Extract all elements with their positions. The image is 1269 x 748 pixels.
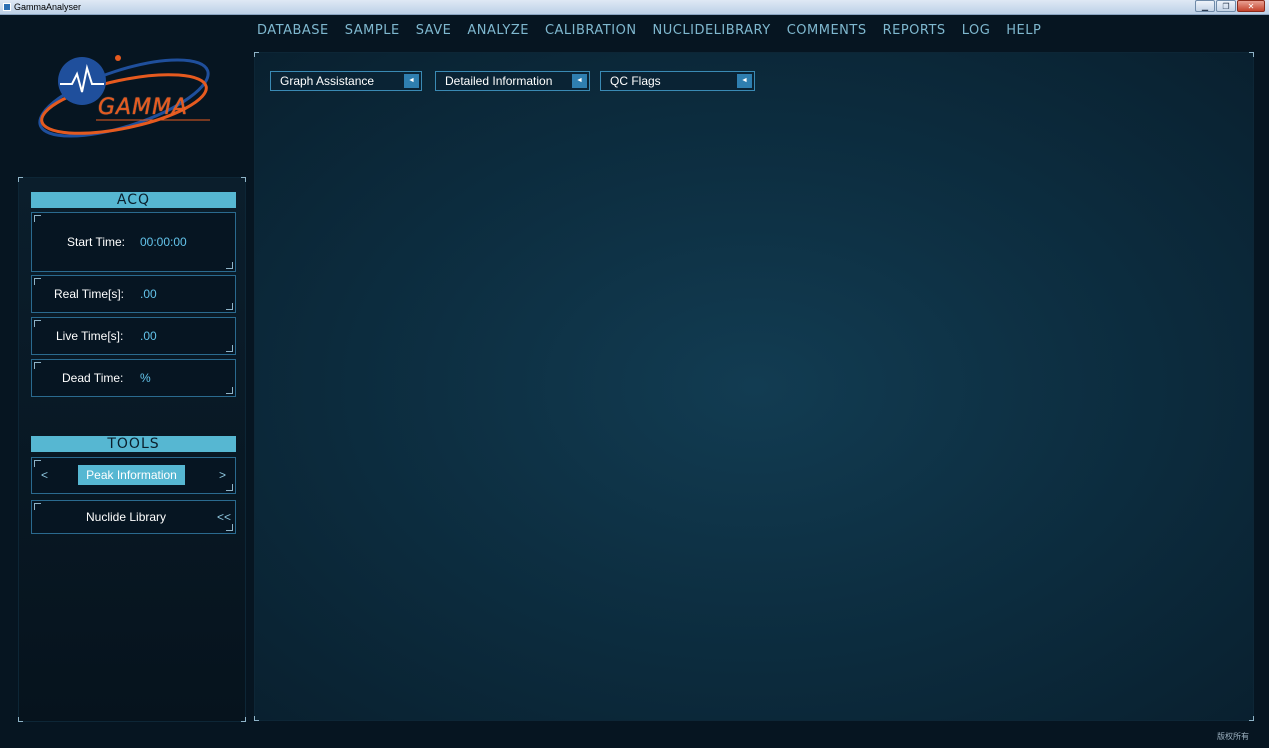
- tools-header: TOOLS: [31, 436, 236, 452]
- real-time-value: .00: [140, 287, 157, 301]
- gamma-logo: GAMMA: [32, 48, 222, 148]
- corner-mark: [18, 717, 23, 722]
- copyright-text: 版权所有: [1217, 732, 1249, 741]
- box-corner: [226, 387, 233, 394]
- qc-flags-dropdown[interactable]: QC Flags ◄: [600, 71, 755, 91]
- graph-assistance-dropdown[interactable]: Graph Assistance ◄: [270, 71, 422, 91]
- menu-sample[interactable]: SAMPLE: [345, 22, 400, 40]
- corner-mark: [254, 716, 259, 721]
- box-corner: [34, 215, 41, 222]
- logo-text: GAMMA: [98, 95, 189, 120]
- detailed-information-arrow-icon[interactable]: ◄: [572, 74, 587, 88]
- window-controls: ▁ ❐ ✕: [1195, 0, 1265, 13]
- window-titlebar: GammaAnalyser ▁ ❐ ✕: [0, 0, 1269, 15]
- peak-prev-button[interactable]: <: [41, 468, 48, 482]
- maximize-button[interactable]: ❐: [1216, 0, 1236, 12]
- box-corner: [226, 303, 233, 310]
- live-time-box: Live Time[s]: .00: [31, 317, 236, 355]
- acq-header: ACQ: [31, 192, 236, 208]
- corner-mark: [254, 52, 259, 57]
- box-corner: [226, 262, 233, 269]
- graph-assistance-arrow-icon[interactable]: ◄: [404, 74, 419, 88]
- corner-mark: [241, 717, 246, 722]
- left-panel: ACQ Start Time: 00:00:00 Real Time[s]: .…: [18, 177, 246, 722]
- live-time-label: Live Time[s]:: [56, 329, 124, 343]
- menu-nuclidelibrary[interactable]: NUCLIDELIBRARY: [653, 22, 771, 40]
- menu-save[interactable]: SAVE: [416, 22, 452, 40]
- dead-time-box: Dead Time: %: [31, 359, 236, 397]
- box-corner: [34, 278, 41, 285]
- real-time-box: Real Time[s]: .00: [31, 275, 236, 313]
- window-title: GammaAnalyser: [14, 2, 82, 12]
- menu-database[interactable]: DATABASE: [257, 22, 329, 40]
- box-corner: [226, 345, 233, 352]
- qc-flags-arrow-icon[interactable]: ◄: [737, 74, 752, 88]
- corner-mark: [241, 177, 246, 182]
- menu-analyze[interactable]: ANALYZE: [467, 22, 529, 40]
- box-corner: [34, 460, 41, 467]
- graph-assistance-label: Graph Assistance: [280, 74, 375, 88]
- menu-calibration[interactable]: CALIBRATION: [545, 22, 637, 40]
- peak-next-button[interactable]: >: [219, 468, 226, 482]
- dead-time-label: Dead Time:: [62, 371, 124, 385]
- main-view: Graph Assistance ◄ Detailed Information …: [254, 52, 1254, 721]
- corner-mark: [1249, 52, 1254, 57]
- menu-reports[interactable]: REPORTS: [883, 22, 946, 40]
- menu-help[interactable]: HELP: [1006, 22, 1041, 40]
- nuclide-library-label: Nuclide Library: [86, 510, 167, 524]
- live-time-value: .00: [140, 329, 157, 343]
- box-corner: [34, 362, 41, 369]
- box-corner: [226, 484, 233, 491]
- start-time-label: Start Time:: [67, 235, 126, 249]
- box-corner: [226, 524, 233, 531]
- box-corner: [34, 320, 41, 327]
- start-time-box: Start Time: 00:00:00: [31, 212, 236, 272]
- nuclide-library-expand-button[interactable]: <<: [217, 510, 231, 524]
- main-menu: DATABASE SAMPLE SAVE ANALYZE CALIBRATION…: [257, 22, 1041, 40]
- menu-comments[interactable]: COMMENTS: [787, 22, 867, 40]
- qc-flags-label: QC Flags: [610, 74, 661, 88]
- app-icon: [3, 3, 11, 11]
- start-time-value: 00:00:00: [140, 235, 187, 249]
- corner-mark: [1249, 716, 1254, 721]
- menu-log[interactable]: LOG: [962, 22, 991, 40]
- box-corner: [34, 503, 41, 510]
- detailed-information-label: Detailed Information: [445, 74, 553, 88]
- nuclide-library-box[interactable]: Nuclide Library <<: [31, 500, 236, 534]
- minimize-button[interactable]: ▁: [1195, 0, 1215, 12]
- peak-information-button[interactable]: Peak Information: [78, 465, 185, 485]
- corner-mark: [18, 177, 23, 182]
- detailed-information-dropdown[interactable]: Detailed Information ◄: [435, 71, 590, 91]
- dead-time-value: %: [140, 371, 151, 385]
- real-time-label: Real Time[s]:: [54, 287, 125, 301]
- close-button[interactable]: ✕: [1237, 0, 1265, 12]
- peak-information-box: < Peak Information >: [31, 457, 236, 494]
